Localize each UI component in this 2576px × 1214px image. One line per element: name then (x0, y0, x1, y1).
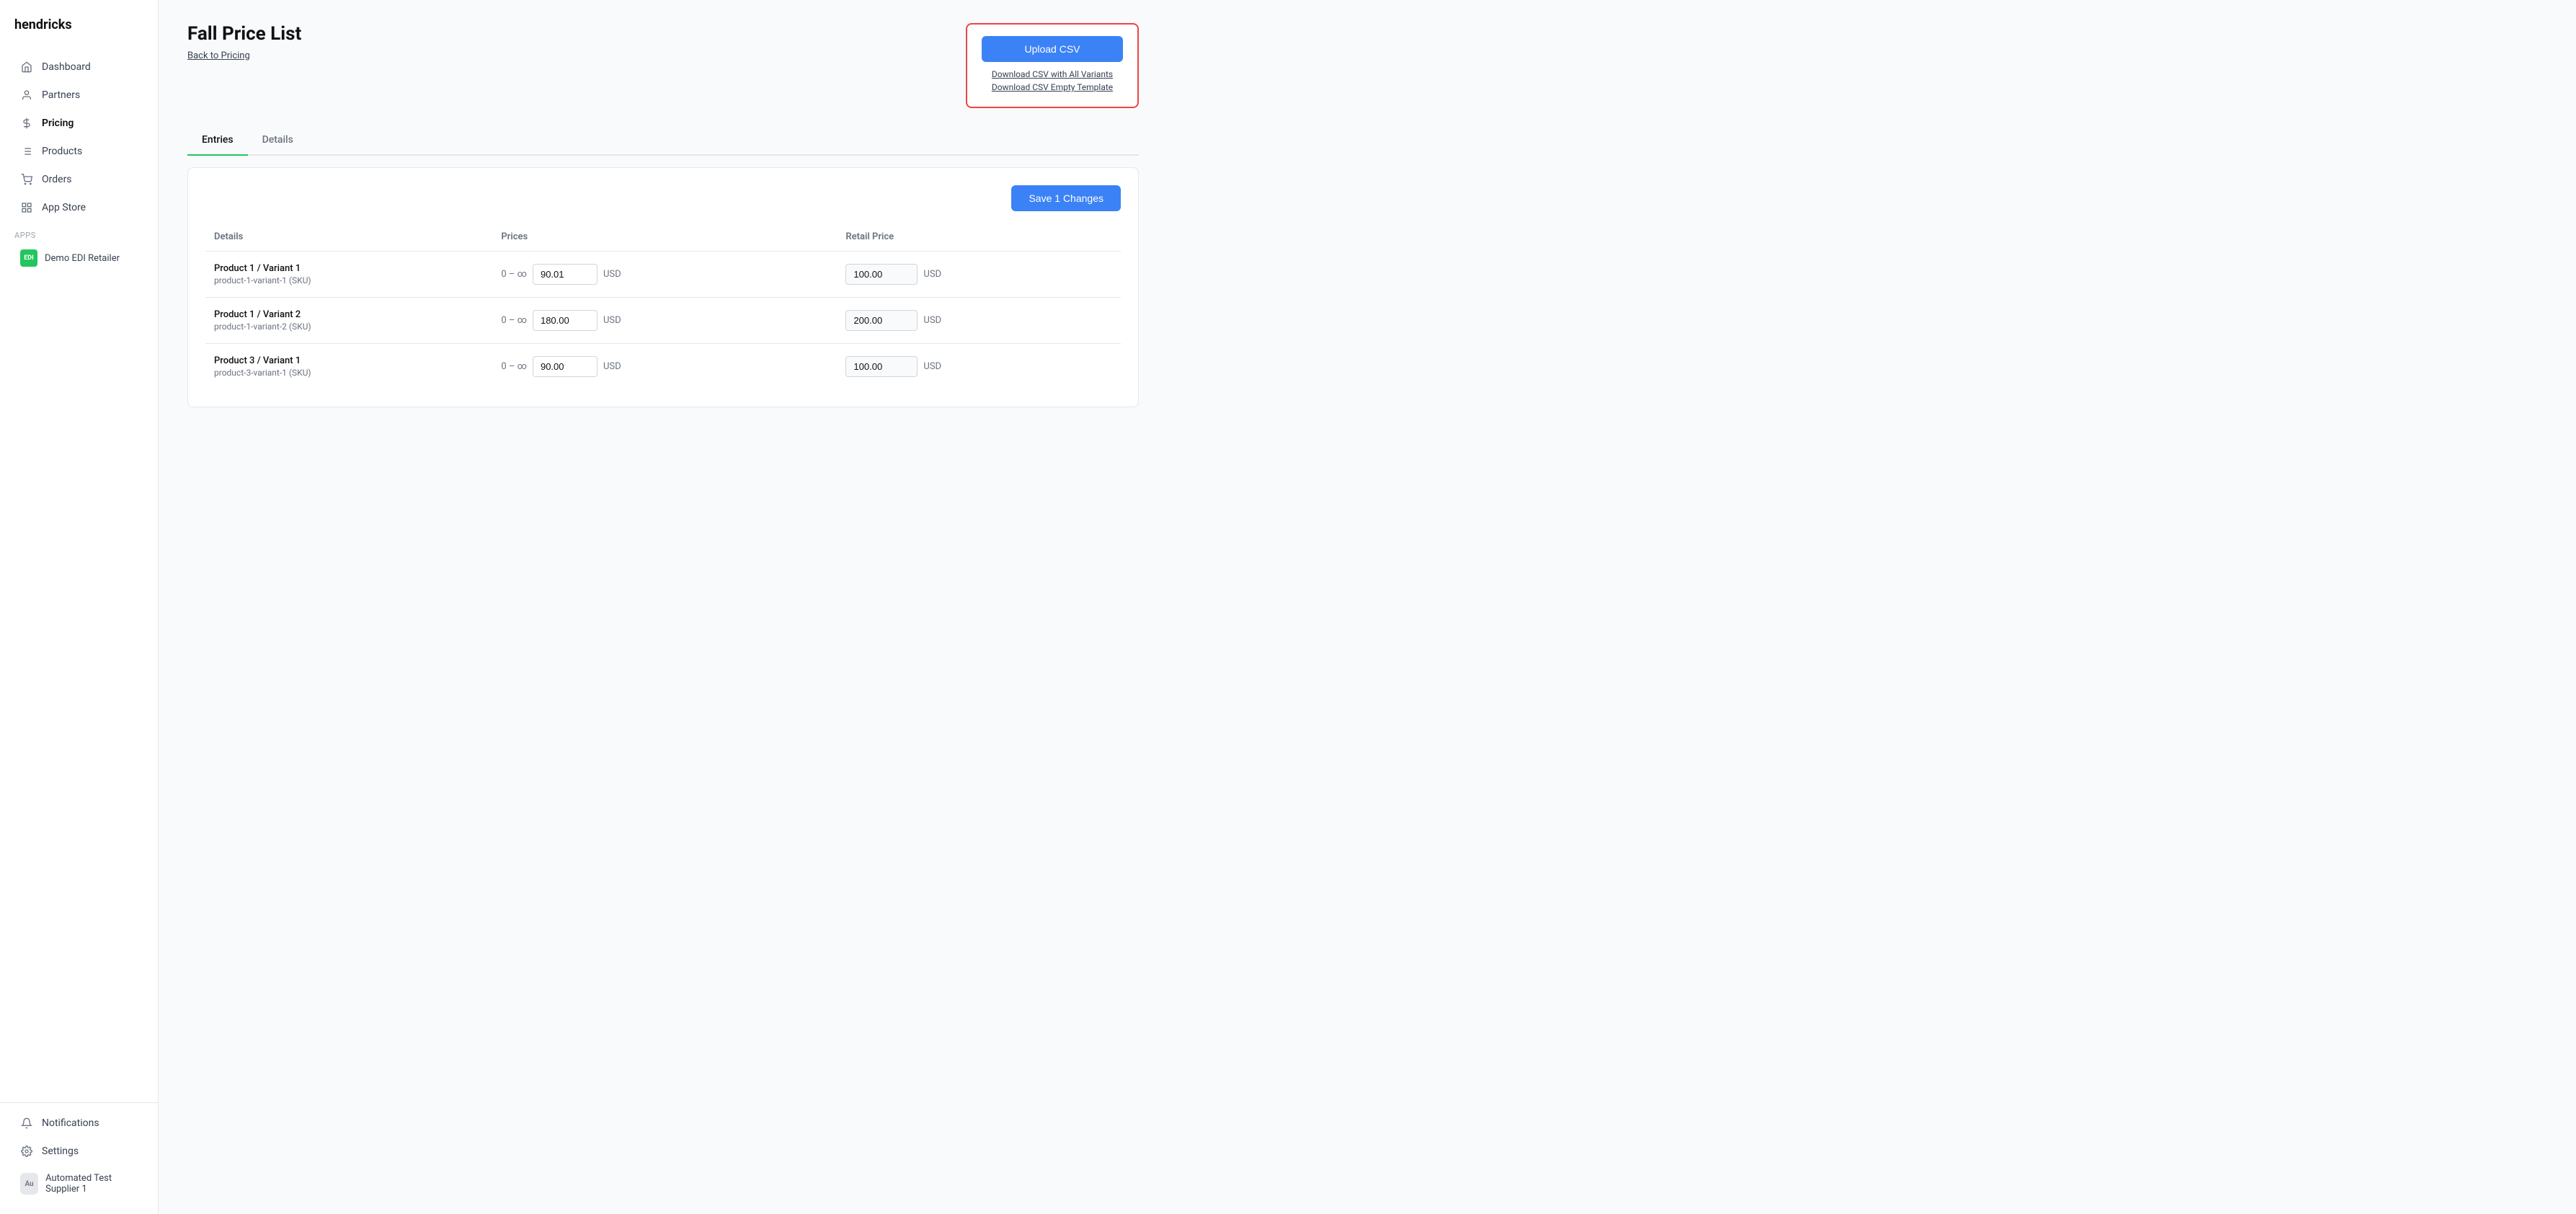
col-prices: Prices (492, 226, 837, 252)
page-header: Fall Price List Back to Pricing Upload C… (187, 23, 1139, 108)
sidebar-item-appstore[interactable]: App Store (6, 194, 152, 221)
gear-icon (20, 1145, 33, 1158)
sidebar: hendricks Dashboard Partners Pricing Pro… (0, 0, 159, 1214)
currency-label-2: USD (603, 361, 621, 372)
cell-retail-2: USD (837, 344, 1121, 390)
retail-currency-label-0: USD (923, 269, 941, 280)
price-table-body: Product 1 / Variant 1 product-1-variant-… (205, 252, 1121, 390)
main-content: Fall Price List Back to Pricing Upload C… (159, 0, 2576, 1214)
currency-label-0: USD (603, 269, 621, 280)
cell-prices-0: 0 – ∞ USD (492, 252, 837, 298)
price-input-0[interactable] (533, 264, 598, 285)
cell-retail-1: USD (837, 298, 1121, 344)
page-title: Fall Price List (187, 23, 301, 45)
product-name-2: Product 3 / Variant 1 (214, 355, 484, 366)
cell-details-2: Product 3 / Variant 1 product-3-variant-… (205, 344, 492, 390)
price-table-header: Details Prices Retail Price (205, 226, 1121, 252)
sidebar-user-label: Automated Test Supplier 1 (45, 1173, 138, 1195)
download-csv-all-variants-link[interactable]: Download CSV with All Variants (982, 69, 1123, 79)
tabs-container: Entries Details (187, 125, 1139, 156)
retail-currency-label-2: USD (923, 361, 941, 372)
person-icon (20, 89, 33, 102)
home-icon (20, 61, 33, 74)
sidebar-item-label-notifications: Notifications (42, 1117, 99, 1129)
cell-retail-0: USD (837, 252, 1121, 298)
sidebar-item-notifications[interactable]: Notifications (6, 1109, 152, 1137)
product-name-1: Product 1 / Variant 2 (214, 309, 484, 320)
app-avatar-demo-edi: EDI (20, 249, 37, 267)
download-csv-empty-template-link[interactable]: Download CSV Empty Template (982, 82, 1123, 92)
user-avatar: Au (20, 1173, 38, 1195)
col-details: Details (205, 226, 492, 252)
product-name-0: Product 1 / Variant 1 (214, 263, 484, 274)
range-label-0: 0 – ∞ (501, 269, 527, 280)
brand-logo: hendricks (0, 0, 158, 47)
sidebar-item-label-dashboard: Dashboard (42, 61, 91, 73)
orders-icon (20, 173, 33, 186)
price-input-1[interactable] (533, 310, 598, 331)
product-sku-2: product-3-variant-1 (SKU) (214, 368, 484, 378)
sidebar-app-demo-edi[interactable]: EDI Demo EDI Retailer (6, 244, 152, 273)
products-icon (20, 145, 33, 158)
retail-price-input-1[interactable] (845, 310, 918, 331)
tab-entries[interactable]: Entries (187, 125, 248, 156)
entries-content-card: Save 1 Changes Details Prices Retail Pri… (187, 167, 1139, 407)
sidebar-nav: Dashboard Partners Pricing Products Orde… (0, 47, 158, 1102)
sidebar-item-dashboard[interactable]: Dashboard (6, 53, 152, 81)
save-changes-button[interactable]: Save 1 Changes (1011, 185, 1121, 211)
currency-label-1: USD (603, 315, 621, 326)
price-input-2[interactable] (533, 356, 598, 377)
bell-icon (20, 1117, 33, 1130)
sidebar-item-label-partners: Partners (42, 89, 80, 101)
table-row: Product 3 / Variant 1 product-3-variant-… (205, 344, 1121, 390)
pricing-icon (20, 117, 33, 130)
sidebar-user[interactable]: Au Automated Test Supplier 1 (6, 1166, 152, 1202)
sidebar-item-settings[interactable]: Settings (6, 1138, 152, 1165)
sidebar-item-label-products: Products (42, 146, 82, 157)
sidebar-item-pricing[interactable]: Pricing (6, 110, 152, 137)
upload-csv-button[interactable]: Upload CSV (982, 36, 1123, 62)
cell-details-1: Product 1 / Variant 2 product-1-variant-… (205, 298, 492, 344)
range-label-2: 0 – ∞ (501, 361, 527, 372)
sidebar-item-label-pricing: Pricing (42, 118, 74, 129)
back-to-pricing-link[interactable]: Back to Pricing (187, 50, 250, 61)
cell-prices-2: 0 – ∞ USD (492, 344, 837, 390)
sidebar-item-label-appstore: App Store (42, 202, 86, 213)
sidebar-app-label-demo-edi: Demo EDI Retailer (45, 253, 120, 264)
upload-csv-box: Upload CSV Download CSV with All Variant… (966, 23, 1139, 108)
sidebar-item-orders[interactable]: Orders (6, 166, 152, 193)
cell-details-0: Product 1 / Variant 1 product-1-variant-… (205, 252, 492, 298)
sidebar-bottom: Notifications Settings Au Automated Test… (0, 1102, 158, 1214)
range-label-1: 0 – ∞ (501, 315, 527, 326)
page-title-section: Fall Price List Back to Pricing (187, 23, 301, 61)
retail-price-input-2[interactable] (845, 356, 918, 377)
product-sku-0: product-1-variant-1 (SKU) (214, 275, 484, 285)
sidebar-item-products[interactable]: Products (6, 138, 152, 165)
save-changes-row: Save 1 Changes (205, 185, 1121, 211)
sidebar-item-partners[interactable]: Partners (6, 81, 152, 109)
apps-section-label: Apps (0, 222, 158, 243)
table-row: Product 1 / Variant 2 product-1-variant-… (205, 298, 1121, 344)
appstore-icon (20, 201, 33, 214)
cell-prices-1: 0 – ∞ USD (492, 298, 837, 344)
product-sku-1: product-1-variant-2 (SKU) (214, 322, 484, 332)
table-row: Product 1 / Variant 1 product-1-variant-… (205, 252, 1121, 298)
retail-currency-label-1: USD (923, 315, 941, 326)
sidebar-item-label-orders: Orders (42, 174, 72, 185)
tab-details[interactable]: Details (248, 125, 308, 156)
col-retail-price: Retail Price (837, 226, 1121, 252)
retail-price-input-0[interactable] (845, 264, 918, 285)
sidebar-item-label-settings: Settings (42, 1146, 79, 1157)
price-table: Details Prices Retail Price Product 1 / … (205, 226, 1121, 389)
